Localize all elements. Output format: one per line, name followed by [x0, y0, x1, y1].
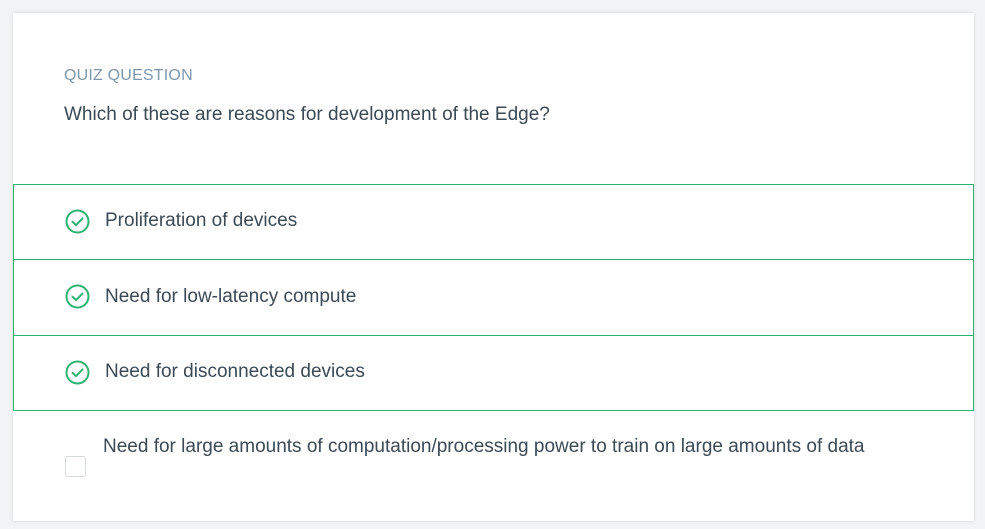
option-disconnected-devices[interactable]: Need for disconnected devices: [13, 335, 974, 411]
quiz-card: QUIZ QUESTION Which of these are reasons…: [13, 13, 974, 521]
quiz-options: Proliferation of devices Need for low-la…: [13, 184, 974, 521]
option-label: Need for large amounts of computation/pr…: [103, 436, 865, 457]
option-label: Proliferation of devices: [105, 210, 298, 231]
checkbox-empty-icon[interactable]: [65, 456, 86, 477]
option-label: Need for disconnected devices: [105, 361, 365, 382]
check-circle-icon: [65, 284, 90, 309]
quiz-eyebrow: QUIZ QUESTION: [64, 67, 193, 84]
check-circle-icon: [65, 209, 90, 234]
option-large-computation[interactable]: Need for large amounts of computation/pr…: [13, 411, 974, 521]
check-circle-icon: [65, 360, 90, 385]
quiz-header: QUIZ QUESTION Which of these are reasons…: [13, 13, 974, 184]
quiz-question: Which of these are reasons for developme…: [64, 104, 550, 125]
option-low-latency-compute[interactable]: Need for low-latency compute: [13, 259, 974, 336]
option-label: Need for low-latency compute: [105, 286, 357, 307]
option-proliferation-of-devices[interactable]: Proliferation of devices: [13, 184, 974, 260]
